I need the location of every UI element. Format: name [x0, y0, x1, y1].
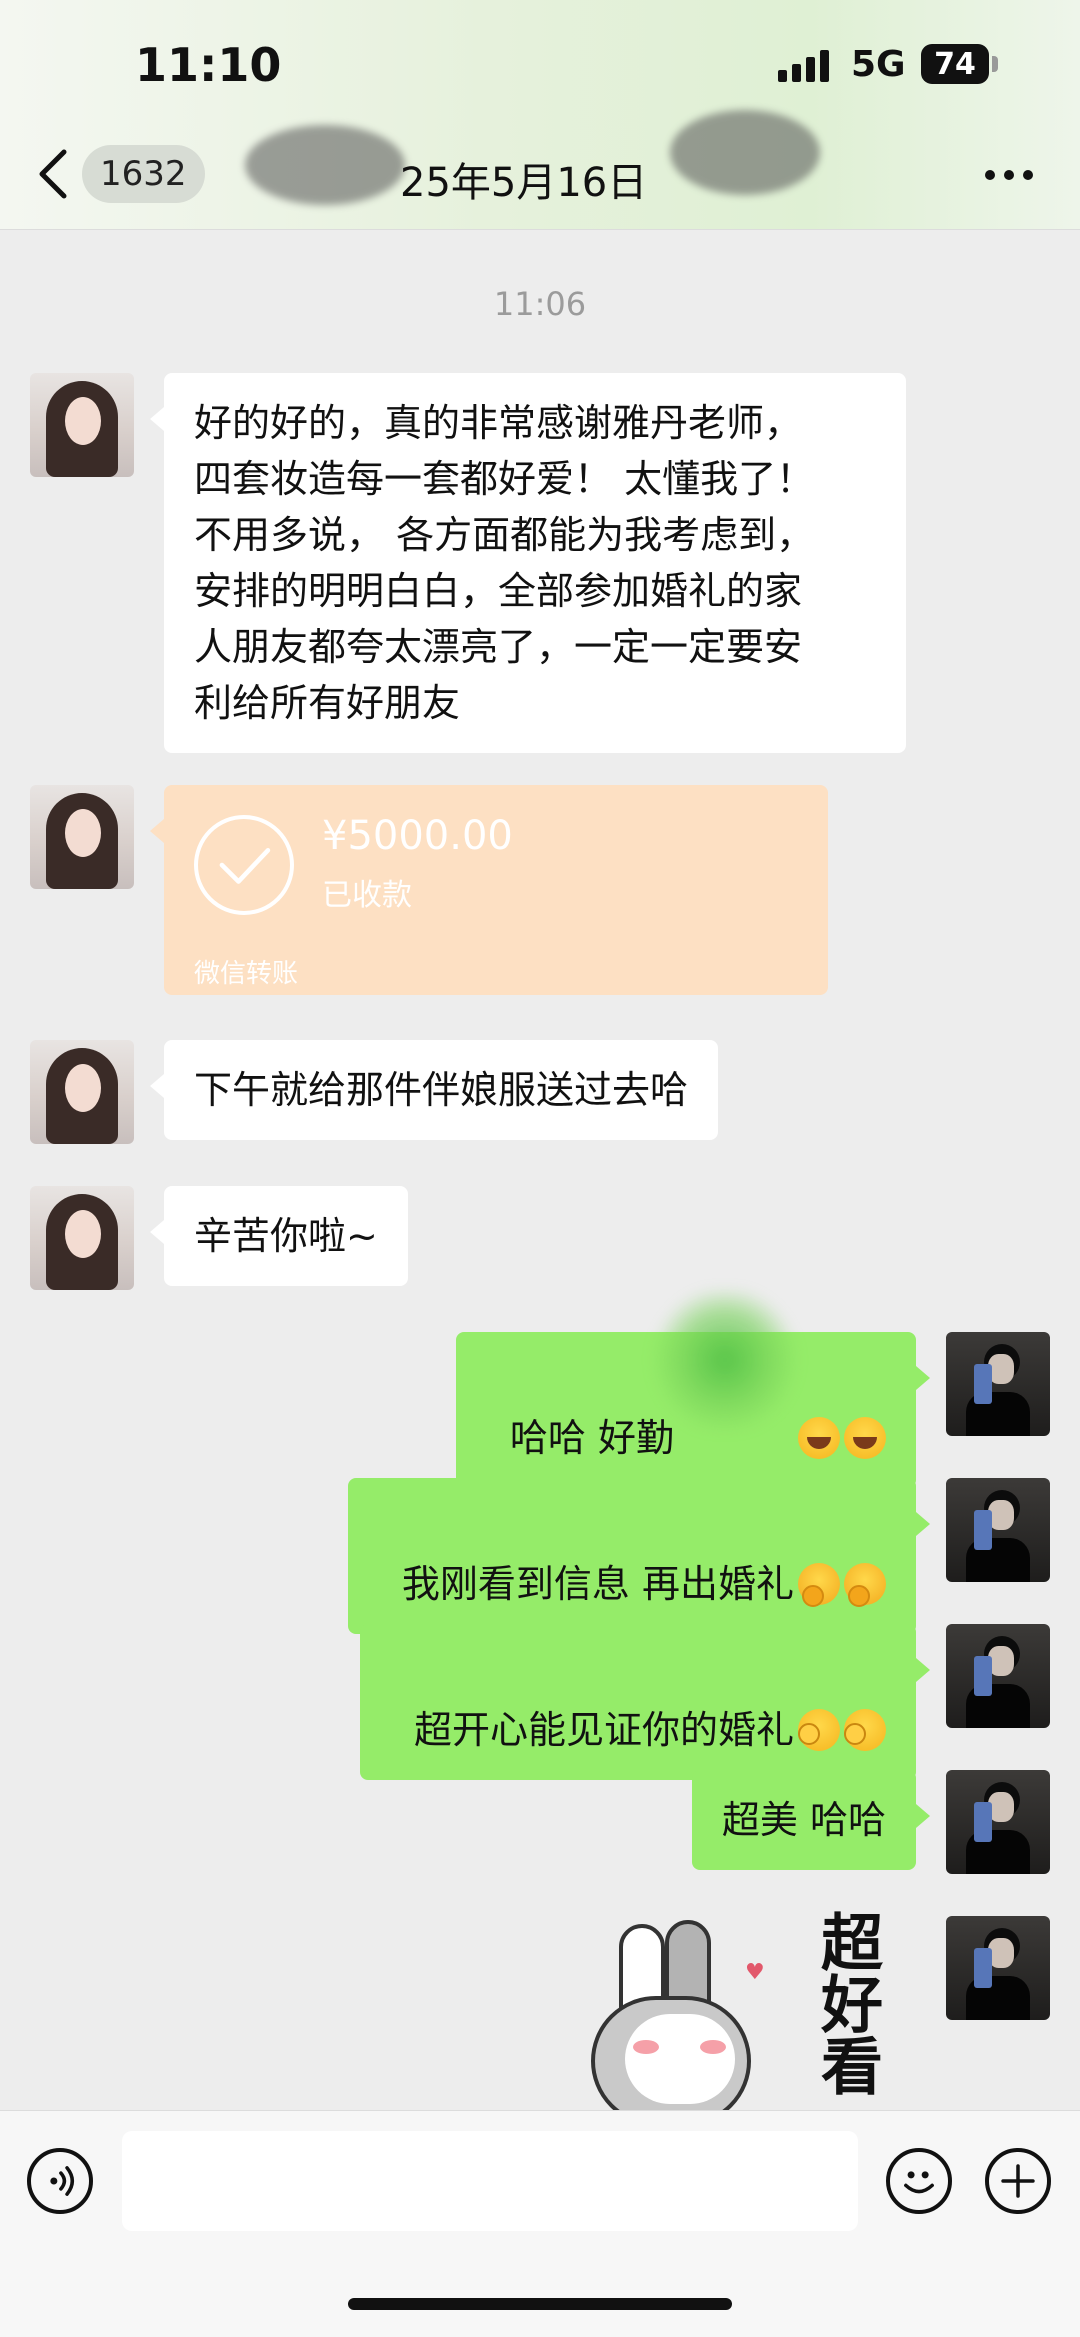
self-avatar[interactable] — [946, 1478, 1050, 1582]
voice-icon[interactable] — [27, 2148, 93, 2214]
message-bubble[interactable]: 超美 哈哈 — [691, 1770, 931, 1870]
redaction-blur — [650, 1290, 800, 1430]
battery-tip — [992, 56, 998, 72]
laugh-emoji-icon — [798, 1417, 840, 1459]
self-avatar[interactable] — [946, 1770, 1050, 1874]
avatar-face — [65, 397, 101, 445]
message-bubble[interactable]: 好的好的，真的非常感谢雅丹老师， 四套妆造每一套都好爱！ 太懂我了！ 不用多说，… — [150, 373, 906, 753]
unread-count-badge[interactable]: 1632 — [82, 145, 205, 203]
transfer-card[interactable]: ¥5000.00 已收款 微信转账 — [150, 785, 828, 995]
heart-icon: ♥ — [745, 1960, 765, 1985]
redaction-scribble — [670, 110, 820, 195]
message-bubble[interactable]: 超开心能见证你的婚礼 — [359, 1624, 931, 1780]
avatar-face — [65, 809, 101, 857]
bunny-cheek — [700, 2040, 726, 2054]
transfer-amount: ¥5000.00 — [322, 813, 513, 859]
avatar-phone — [974, 1510, 992, 1550]
battery-level: 74 — [934, 46, 976, 82]
avatar-phone — [974, 1948, 992, 1988]
contact-avatar[interactable] — [30, 785, 134, 889]
home-indicator[interactable] — [348, 2298, 732, 2310]
redaction-scribble — [245, 125, 405, 205]
chat-title: 25年5月16日 — [400, 160, 648, 206]
avatar-face — [65, 1064, 101, 1112]
thinking-emoji-icon — [844, 1563, 886, 1607]
check-circle-icon — [194, 815, 294, 915]
thinking-emoji-icon — [798, 1563, 840, 1607]
self-avatar[interactable] — [946, 1916, 1050, 2020]
avatar-face — [65, 1210, 101, 1258]
contact-avatar[interactable] — [30, 373, 134, 477]
network-type: 5G — [851, 44, 906, 85]
avatar-phone — [974, 1656, 992, 1696]
self-avatar[interactable] — [946, 1624, 1050, 1728]
peeking-emoji-icon — [844, 1709, 886, 1751]
transfer-status: 已收款 — [322, 878, 412, 913]
avatar-phone — [974, 1364, 992, 1404]
chat-header: 11:10 5G 74 1632 25年5月16日 — [0, 0, 1080, 230]
bunny-face — [625, 2014, 735, 2104]
message-timestamp: 11:06 — [493, 285, 587, 323]
message-bubble[interactable]: 我刚看到信息 再出婚礼 — [347, 1478, 931, 1634]
bunny-sticker[interactable]: ♥ 超好看 — [585, 1910, 915, 2110]
battery-icon: 74 — [921, 44, 989, 84]
transfer-label: 微信转账 — [194, 959, 299, 989]
avatar-phone — [974, 1802, 992, 1842]
laugh-emoji-icon — [844, 1417, 886, 1459]
contact-avatar[interactable] — [30, 1186, 134, 1290]
input-bar — [0, 2110, 1080, 2337]
message-bubble[interactable]: 下午就给那件伴娘服送过去哈 — [149, 1040, 719, 1140]
self-avatar[interactable] — [946, 1332, 1050, 1436]
message-bubble[interactable]: 辛苦你啦~ — [150, 1186, 408, 1286]
smile-icon[interactable] — [886, 2148, 952, 2214]
message-text: 超开心能见证你的婚礼 — [413, 1708, 794, 1752]
bunny-cheek — [633, 2040, 659, 2054]
sticker-text: 超好看 — [810, 1910, 883, 2096]
chevron-left-icon[interactable] — [34, 148, 74, 200]
peeking-emoji-icon — [798, 1709, 840, 1751]
signal-icon — [778, 48, 836, 82]
plus-icon[interactable] — [985, 2148, 1051, 2214]
message-text: 我刚看到信息 再出婚礼 — [401, 1562, 794, 1606]
status-time: 11:10 — [135, 38, 282, 92]
message-input[interactable] — [122, 2131, 858, 2231]
more-dots-icon[interactable] — [985, 170, 1033, 182]
contact-avatar[interactable] — [30, 1040, 134, 1144]
